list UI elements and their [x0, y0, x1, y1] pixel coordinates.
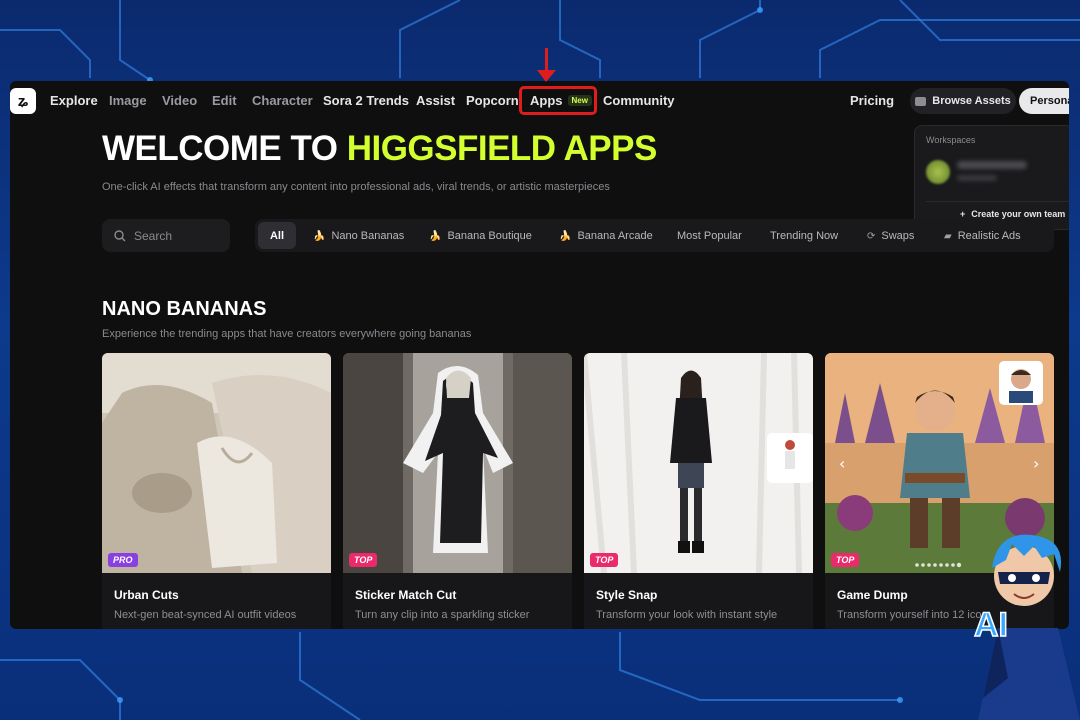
workspace-name-blurred [957, 161, 1027, 169]
workspace-avatar[interactable] [926, 160, 950, 184]
browse-assets-button[interactable]: Browse Assets [910, 88, 1016, 114]
filter-label: Banana Boutique [447, 230, 532, 242]
pro-badge: PRO [108, 553, 138, 567]
filter-label: Realistic Ads [957, 230, 1021, 242]
page-subtitle: One-click AI effects that transform any … [102, 181, 610, 193]
nav-character[interactable]: Character [252, 93, 313, 108]
section-subtitle: Experience the trending apps that have c… [102, 328, 472, 340]
search-icon [114, 229, 126, 241]
card-description: Next-gen beat-synced AI outfit videos [114, 609, 297, 621]
filter-all[interactable]: All [258, 222, 296, 249]
app-card-urban-cuts[interactable]: PRO Urban Cuts Next-gen beat-synced AI o… [102, 353, 331, 629]
app-card-style-snap[interactable]: TOP Style Snap Transform your look with … [584, 353, 813, 629]
filter-banana-boutique[interactable]: 🍌 Banana Boutique [429, 230, 532, 242]
filter-label: Banana Arcade [577, 230, 653, 242]
filter-trending-now[interactable]: Trending Now [770, 230, 838, 242]
filter-nano-bananas[interactable]: 🍌 Nano Bananas [313, 230, 404, 242]
search-box[interactable] [102, 219, 230, 252]
filter-label: Swaps [881, 230, 915, 242]
filter-label: Most Popular [677, 230, 742, 242]
workspaces-dropdown: Workspaces + Create your own team [914, 125, 1069, 230]
personal-workspace-button[interactable]: Personal [1019, 88, 1069, 114]
filter-swaps[interactable]: ⟳ Swaps [867, 230, 914, 242]
workspace-detail-blurred [957, 175, 997, 181]
logo-icon[interactable]: ʑ [10, 88, 36, 114]
nav-explore[interactable]: Explore [50, 93, 98, 108]
page-title: WELCOME TO HIGGSFIELD APPS [102, 129, 657, 169]
card-thumbnail [343, 353, 572, 573]
card-title: Style Snap [596, 588, 658, 602]
bag-icon: ▰ [944, 230, 952, 242]
arrow-head [537, 70, 556, 82]
filter-label: Trending Now [770, 230, 839, 242]
top-badge: TOP [349, 553, 378, 567]
nav-sora-2-trends[interactable]: Sora 2 Trends [323, 93, 409, 108]
filter-realistic-ads[interactable]: ▰ Realistic Ads [944, 230, 1021, 242]
card-title: Game Dump [837, 588, 908, 602]
card-description: Turn any clip into a sparkling sticker [355, 609, 530, 621]
plus-icon: + [960, 208, 966, 219]
filter-label: Nano Bananas [331, 230, 405, 242]
top-badge: TOP [831, 553, 860, 567]
nav-pricing[interactable]: Pricing [850, 93, 894, 108]
nav-assist[interactable]: Assist [416, 93, 455, 108]
folder-icon [915, 96, 927, 106]
page-title-accent: HIGGSFIELD APPS [346, 129, 658, 168]
banana-icon: 🍌 [429, 230, 442, 242]
filter-banana-arcade[interactable]: 🍌 Banana Arcade [559, 230, 653, 242]
svg-text:‹: ‹ [839, 454, 845, 473]
card-title: Urban Cuts [114, 588, 179, 602]
search-input[interactable] [134, 228, 214, 243]
app-window: ʑ Explore Image Video Edit Character Sor… [10, 81, 1069, 629]
nav-edit[interactable]: Edit [212, 93, 237, 108]
card-thumbnail [102, 353, 331, 573]
nav-community[interactable]: Community [603, 93, 675, 108]
top-badge: TOP [590, 553, 619, 567]
page-title-plain: WELCOME TO [102, 129, 347, 168]
section-title: NANO BANANAS [102, 298, 267, 320]
mascot-label: AI [974, 606, 1008, 644]
nav-image[interactable]: Image [109, 93, 147, 108]
swap-icon: ⟳ [867, 230, 876, 242]
svg-text:›: › [1033, 454, 1039, 473]
card-thumbnail [584, 353, 813, 573]
create-team-label: Create your own team [971, 208, 1066, 219]
card-description: Transform your look with instant style [596, 609, 778, 621]
banana-icon: 🍌 [559, 230, 572, 242]
nav-video[interactable]: Video [162, 93, 197, 108]
workspaces-title: Workspaces [926, 135, 976, 145]
ai-mascot: AI [973, 534, 1080, 720]
nav-popcorn[interactable]: Popcorn [466, 93, 519, 108]
banana-icon: 🍌 [313, 230, 326, 242]
card-description: Transform yourself into 12 ico [837, 609, 982, 621]
card-title: Sticker Match Cut [355, 588, 457, 602]
app-card-sticker-match-cut[interactable]: TOP Sticker Match Cut Turn any clip into… [343, 353, 572, 629]
filter-most-popular[interactable]: Most Popular [677, 230, 742, 242]
browse-assets-label: Browse Assets [932, 95, 1011, 107]
apps-highlight-box [519, 86, 597, 115]
